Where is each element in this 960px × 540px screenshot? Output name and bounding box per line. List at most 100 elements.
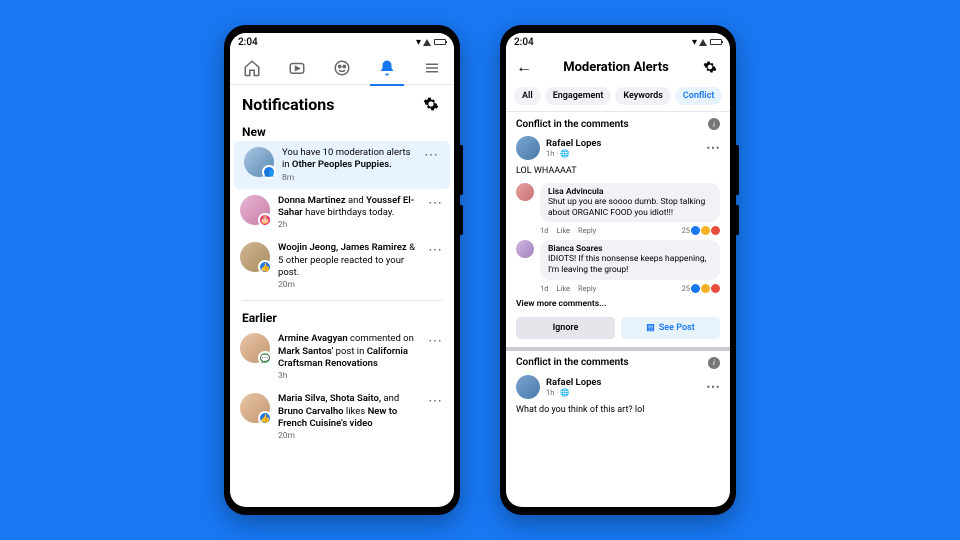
notification-time: 3h	[278, 371, 418, 381]
post-meta: 1h · 🌐	[546, 388, 601, 397]
angry-reaction-icon	[711, 284, 720, 293]
see-post-label: See Post	[659, 323, 695, 333]
text: and	[346, 195, 366, 206]
settings-button[interactable]	[700, 57, 720, 77]
avatar	[516, 240, 534, 258]
reactions[interactable]: 25	[682, 226, 720, 235]
notification-text: You have 10 moderation alerts in Other P…	[282, 147, 414, 172]
filter-all[interactable]: All	[514, 87, 541, 105]
card-actions: Ignore ▤ See Post	[506, 313, 730, 347]
battery-icon	[710, 39, 722, 45]
notification-item[interactable]: 🎂 Donna Martinez and Youssef El-Sahar ha…	[230, 189, 454, 237]
reactions[interactable]: 25	[682, 284, 720, 293]
notification-item[interactable]: 👍 Woojin Jeong, James Ramirez & 5 other …	[230, 236, 454, 296]
home-tab-icon[interactable]	[241, 57, 263, 79]
phone-frame-right: 2:04 ▾ ← Moderation Alerts All Engagemen…	[500, 25, 736, 515]
comment-item[interactable]: Lisa Advincula Shut up you are soooo dum…	[506, 180, 730, 225]
status-bar: 2:04 ▾	[230, 33, 454, 51]
filter-keywords[interactable]: Keywords	[615, 87, 670, 105]
like-badge-icon: 👍	[258, 411, 272, 425]
alert-card: Conflict in the comments i Rafael Lopes …	[506, 351, 730, 419]
avatar	[516, 136, 540, 160]
menu-tab-icon[interactable]	[421, 57, 443, 79]
watch-tab-icon[interactable]	[286, 57, 308, 79]
like-reaction-icon	[691, 226, 700, 235]
post-icon: ▤	[646, 323, 655, 333]
signal-icon	[423, 39, 431, 46]
divider	[242, 300, 442, 301]
settings-button[interactable]	[420, 93, 442, 115]
notification-body: You have 10 moderation alerts in Other P…	[282, 147, 414, 183]
reply-link[interactable]: Reply	[578, 284, 596, 293]
fade	[506, 487, 730, 507]
page-title: Notifications	[242, 95, 335, 114]
wow-reaction-icon	[701, 226, 710, 235]
back-button[interactable]: ←	[516, 57, 532, 77]
notification-list[interactable]: 👥 You have 10 moderation alerts in Other…	[230, 141, 454, 507]
text: post in	[333, 346, 366, 357]
reaction-count: 25	[682, 226, 690, 235]
status-bar: 2:04 ▾	[506, 33, 730, 51]
filter-conflict[interactable]: Conflict	[675, 87, 722, 105]
notification-body: Woojin Jeong, James Ramirez & 5 other pe…	[278, 242, 418, 290]
alert-card: Conflict in the comments i Rafael Lopes …	[506, 112, 730, 347]
birthday-badge-icon: 🎂	[258, 213, 272, 227]
like-link[interactable]: Like	[556, 226, 570, 235]
more-icon[interactable]: ⋯	[706, 140, 720, 156]
avatar: 💬	[240, 333, 270, 363]
text: and	[381, 393, 399, 404]
notification-body: Donna Martinez and Youssef El-Sahar have…	[278, 195, 418, 231]
network-icon: ▾	[416, 37, 421, 48]
text-bold: Armine Avagyan	[278, 333, 348, 344]
notification-item[interactable]: 👍 Maria Silva, Shota Saito, and Bruno Ca…	[230, 387, 454, 447]
filter-bar: All Engagement Keywords Conflict	[506, 83, 730, 112]
wow-reaction-icon	[701, 284, 710, 293]
notification-body: Maria Silva, Shota Saito, and Bruno Carv…	[278, 393, 418, 441]
avatar: 🎂	[240, 195, 270, 225]
more-icon[interactable]: ⋯	[426, 195, 444, 211]
avatar	[516, 375, 540, 399]
comment-item[interactable]: Bianca Soares IDIOTS! If this nonsense k…	[506, 237, 730, 282]
more-icon[interactable]: ⋯	[426, 333, 444, 349]
reply-link[interactable]: Reply	[578, 226, 596, 235]
author-name: Rafael Lopes	[546, 377, 601, 388]
post-author-row[interactable]: Rafael Lopes 1h · 🌐 ⋯	[506, 371, 730, 403]
comment-bubble: Lisa Advincula Shut up you are soooo dum…	[540, 183, 720, 222]
text-bold: Maria Silva, Shota Saito,	[278, 393, 381, 404]
groups-tab-icon[interactable]	[331, 57, 353, 79]
more-icon[interactable]: ⋯	[706, 379, 720, 395]
ignore-button[interactable]: Ignore	[516, 317, 615, 339]
info-icon[interactable]: i	[708, 118, 720, 130]
notification-text: Woojin Jeong, James Ramirez & 5 other pe…	[278, 242, 418, 279]
section-new: New	[230, 119, 454, 141]
card-header: Conflict in the comments i	[506, 351, 730, 371]
more-icon[interactable]: ⋯	[422, 147, 440, 163]
globe-icon: 🌐	[560, 149, 569, 158]
comment-text: Shut up you are soooo dumb. Stop talking…	[548, 197, 712, 218]
notification-text: Donna Martinez and Youssef El-Sahar have…	[278, 195, 418, 220]
see-post-button[interactable]: ▤ See Post	[621, 317, 720, 339]
notification-item[interactable]: 💬 Armine Avagyan commented on Mark Santo…	[230, 327, 454, 387]
more-icon[interactable]: ⋯	[426, 393, 444, 409]
like-reaction-icon	[691, 284, 700, 293]
comment-author: Bianca Soares	[548, 244, 712, 254]
notification-text: Armine Avagyan commented on Mark Santos'…	[278, 333, 418, 370]
battery-icon	[434, 39, 446, 45]
comment-author: Lisa Advincula	[548, 187, 712, 197]
notification-item[interactable]: 👥 You have 10 moderation alerts in Other…	[234, 141, 450, 189]
more-icon[interactable]: ⋯	[426, 242, 444, 258]
notification-body: Armine Avagyan commented on Mark Santos'…	[278, 333, 418, 381]
page-header: Notifications	[230, 85, 454, 119]
text-bold: Woojin Jeong, James Ramirez	[278, 242, 407, 253]
filter-engagement[interactable]: Engagement	[545, 87, 612, 105]
notification-time: 2h	[278, 220, 418, 230]
info-icon[interactable]: i	[708, 357, 720, 369]
notification-time: 20m	[278, 280, 418, 290]
view-more-comments[interactable]: View more comments...	[506, 295, 730, 313]
notifications-tab-icon[interactable]	[376, 57, 398, 79]
like-link[interactable]: Like	[556, 284, 570, 293]
text-bold: Other Peoples Puppies.	[292, 159, 392, 170]
post-text: What do you think of this art? lol	[506, 403, 730, 419]
post-author-row[interactable]: Rafael Lopes 1h · 🌐 ⋯	[506, 132, 730, 164]
avatar: 👍	[240, 393, 270, 423]
